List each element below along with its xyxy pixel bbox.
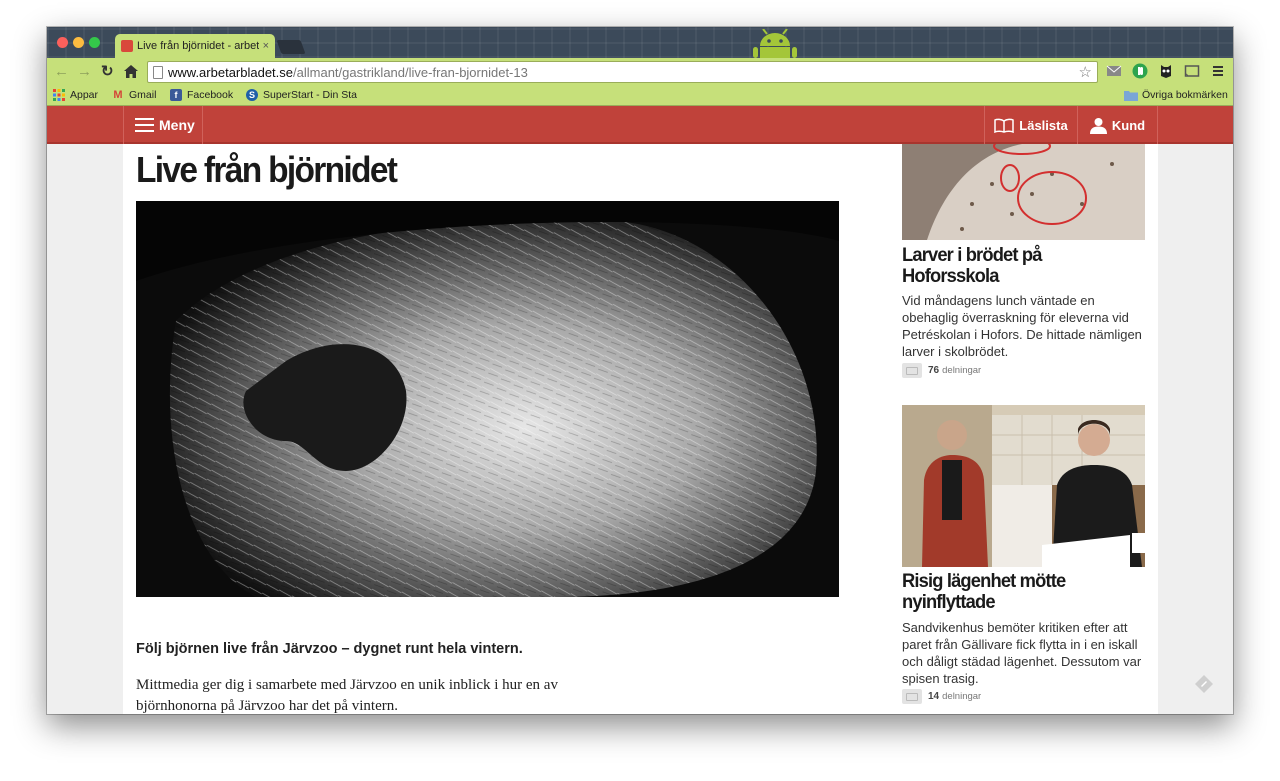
sidebar-item-2-text: Sandvikenhus bemöter kritiken efter att … xyxy=(902,620,1142,686)
facebook-icon: f xyxy=(170,89,182,101)
bookmark-label: Gmail xyxy=(129,89,157,101)
mail-icon[interactable] xyxy=(1106,63,1122,79)
android-theme-icon xyxy=(753,29,797,58)
article-lede: Följ björnen live från Järvzoo – dygnet … xyxy=(136,641,523,657)
laslista-button[interactable]: Läslista xyxy=(984,106,1077,144)
chrome-menu-icon[interactable] xyxy=(1210,63,1226,79)
bookmark-other[interactable]: Övriga bokmärken xyxy=(1124,89,1228,101)
share-label: delningar xyxy=(942,691,982,702)
flatbread-image xyxy=(902,144,1145,240)
hamburger-icon xyxy=(135,118,154,132)
page-content: Live från björnidet Följ björnen live fr… xyxy=(47,144,1233,714)
folder-icon xyxy=(1124,90,1138,101)
bookmark-label: Facebook xyxy=(187,89,234,101)
kund-button[interactable]: Kund xyxy=(1077,106,1158,144)
address-bar[interactable]: www.arbetarbladet.se/allmant/gastrikland… xyxy=(147,61,1098,83)
bookmark-gmail[interactable]: M Gmail xyxy=(112,89,156,101)
straw-den-image xyxy=(136,201,839,597)
open-book-icon xyxy=(994,118,1015,133)
minimize-window-button[interactable] xyxy=(73,37,84,48)
reload-icon[interactable]: ↻ xyxy=(101,62,114,82)
home-icon[interactable] xyxy=(124,65,138,78)
share-count: 14 xyxy=(928,691,940,702)
tab-title: Live från björnidet - arbetarbladet.se xyxy=(137,40,259,52)
bookmark-facebook[interactable]: f Facebook xyxy=(170,89,233,101)
sidebar-item-1-image[interactable] xyxy=(902,144,1145,240)
share-label: delningar xyxy=(942,365,982,376)
user-icon xyxy=(1089,117,1107,134)
bear-den-live-video[interactable] xyxy=(136,201,839,597)
bookmark-appar[interactable]: Appar xyxy=(53,89,98,101)
sidebar-item-1-shares: 76 delningar xyxy=(902,363,981,378)
sidebar-item-2-title[interactable]: Risig lägenhet mötte nyinflyttade xyxy=(902,571,1130,613)
browser-toolbar: ← → ↻ www.arbetarbladet.se/allmant/gastr… xyxy=(47,58,1233,86)
sidebar-item-1-title[interactable]: Larver i brödet på Hoforsskola xyxy=(902,245,1130,287)
share-count-icon xyxy=(902,689,922,704)
tab-close-icon[interactable]: × xyxy=(263,40,269,52)
bookmark-star-icon[interactable]: ☆ xyxy=(1079,63,1092,81)
forward-arrow-icon[interactable]: → xyxy=(77,62,92,82)
page-icon xyxy=(153,66,163,79)
gmail-icon: M xyxy=(113,89,123,101)
browser-window: Live från björnidet - arbetarbladet.se ×… xyxy=(47,27,1233,714)
bookmark-label: SuperStart - Din Sta xyxy=(263,89,357,101)
bookmark-label: Övriga bokmärken xyxy=(1142,89,1228,101)
site-nav-bar: Meny Läslista Kund xyxy=(47,106,1233,144)
laslista-label: Läslista xyxy=(1019,117,1068,133)
article-title: Live från björnidet xyxy=(136,149,398,190)
share-count-icon xyxy=(902,363,922,378)
feedback-diamond-icon[interactable] xyxy=(1194,674,1214,694)
url-host: www.arbetarbladet.se xyxy=(168,64,294,80)
bookmarks-bar: Appar M Gmail f Facebook S SuperStart - … xyxy=(47,86,1233,106)
menu-button[interactable]: Meny xyxy=(123,106,203,144)
share-count: 76 xyxy=(928,365,940,376)
zoom-window-button[interactable] xyxy=(89,37,100,48)
back-arrow-icon[interactable]: ← xyxy=(54,62,69,82)
kund-label: Kund xyxy=(1111,117,1146,133)
sidebar-item-2-image[interactable] xyxy=(902,405,1145,567)
article-body: Mittmedia ger dig i samarbete med Järvzo… xyxy=(136,677,558,714)
bookmark-superstart[interactable]: S SuperStart - Din Sta xyxy=(246,89,357,101)
menu-label: Meny xyxy=(159,117,195,133)
sidebar-item-1-text: Vid måndagens lunch väntade en obehaglig… xyxy=(902,293,1142,359)
bookmark-label: Appar xyxy=(70,89,99,101)
extension-green-icon[interactable] xyxy=(1132,63,1148,79)
tab-bar: Live från björnidet - arbetarbladet.se × xyxy=(47,27,1233,58)
cast-icon[interactable] xyxy=(1184,63,1200,79)
new-tab-button[interactable] xyxy=(276,40,306,54)
url-path: /allmant/gastrikland/live-fran-bjornidet… xyxy=(293,64,528,80)
close-window-button[interactable] xyxy=(57,37,68,48)
site-favicon-icon xyxy=(121,40,133,52)
page-column: Live från björnidet Följ björnen live fr… xyxy=(123,144,1158,714)
browser-tab[interactable]: Live från björnidet - arbetarbladet.se × xyxy=(115,34,275,58)
apps-grid-icon xyxy=(53,89,65,101)
owl-extension-icon[interactable] xyxy=(1158,63,1174,79)
couple-kitchen-image xyxy=(902,405,1145,567)
superstart-icon: S xyxy=(246,89,258,101)
sidebar-item-2-shares: 14 delningar xyxy=(902,689,981,704)
